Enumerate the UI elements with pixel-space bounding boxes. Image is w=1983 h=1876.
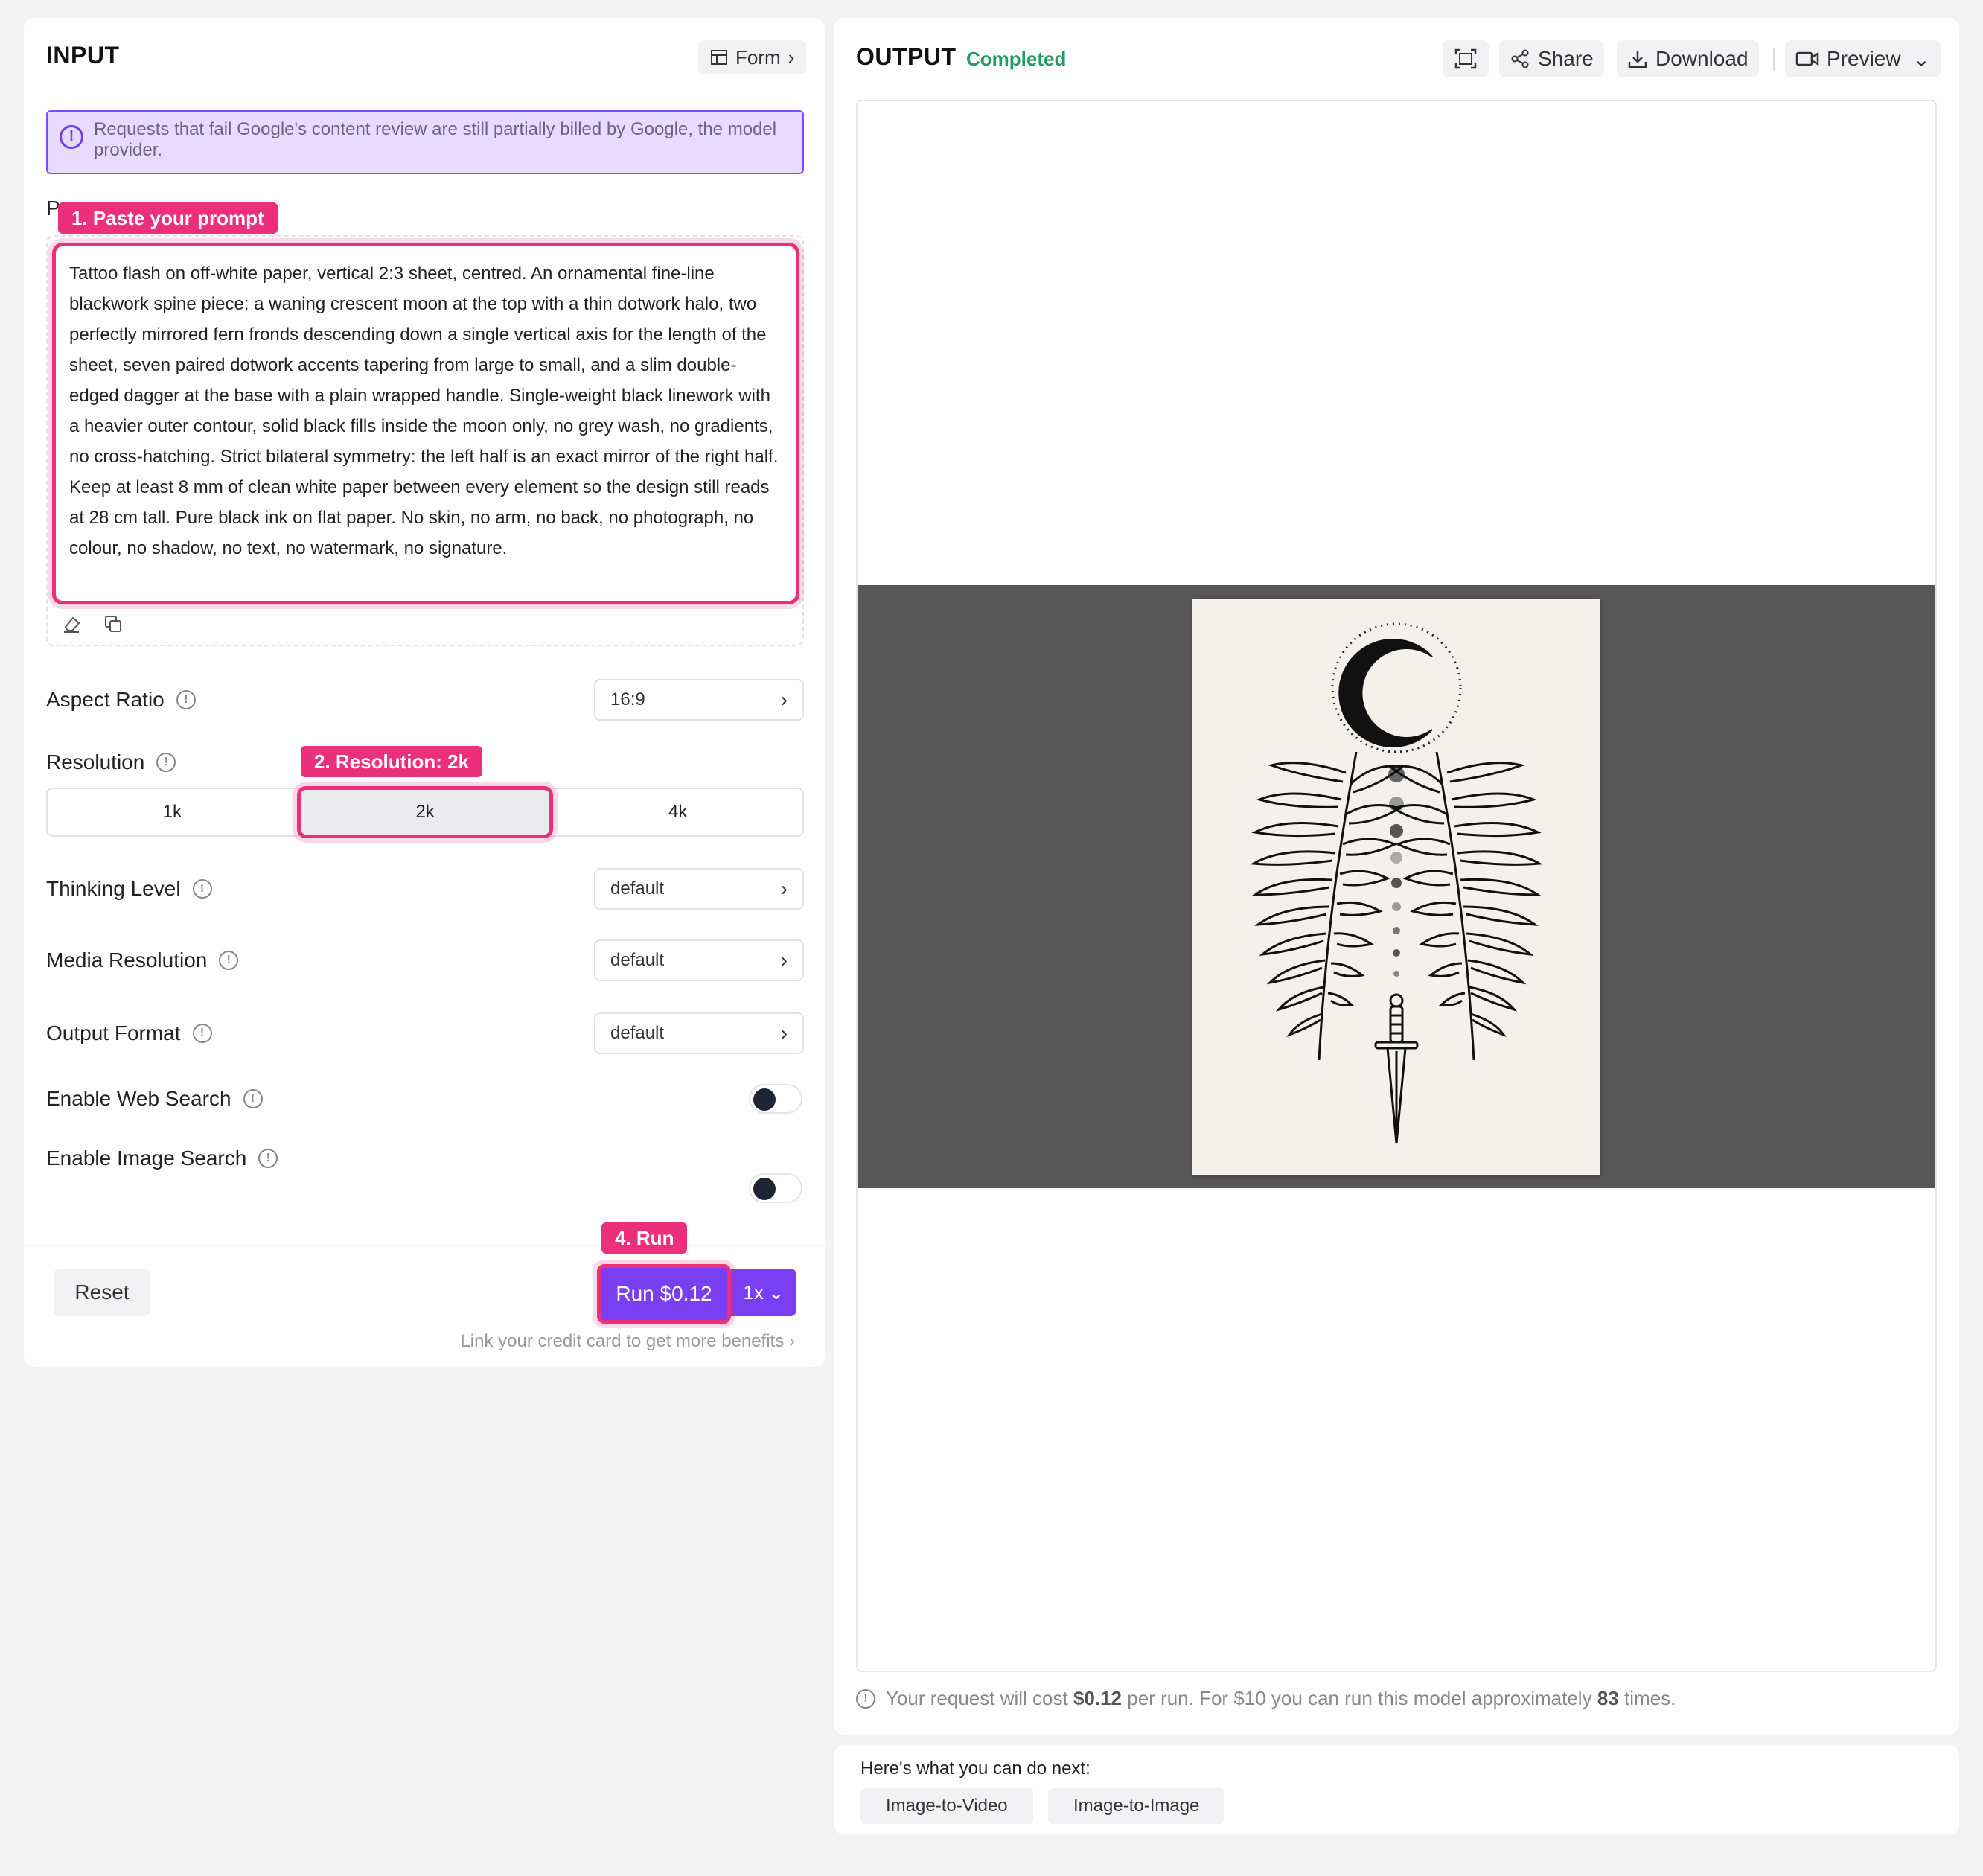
resolution-segmented-control: 1k 2k 4k: [46, 786, 804, 838]
video-camera-icon: [1795, 51, 1819, 66]
download-label: Download: [1655, 47, 1749, 70]
info-icon[interactable]: !: [192, 1024, 212, 1043]
media-resolution-value: default: [610, 950, 665, 970]
download-icon: [1628, 51, 1647, 68]
output-title: OUTPUT: [856, 43, 957, 70]
chevron-down-icon: ⌄: [1912, 47, 1931, 71]
resolution-option-2k[interactable]: 2k: [296, 786, 554, 838]
image-search-label-text: Enable Image Search: [46, 1146, 247, 1170]
media-resolution-label-text: Media Resolution: [46, 948, 208, 972]
web-search-toggle[interactable]: [749, 1084, 802, 1114]
preview-button[interactable]: Preview ⌄: [1785, 40, 1941, 77]
aspect-ratio-select[interactable]: 16:9 ›: [594, 679, 804, 721]
resolution-option-1k[interactable]: 1k: [48, 789, 297, 835]
chevron-right-icon: ›: [780, 877, 788, 900]
input-panel: INPUT Form › Requests that fail Google's…: [24, 18, 825, 1367]
resolution-option-4k[interactable]: 4k: [553, 789, 802, 835]
info-icon: !: [856, 1688, 875, 1708]
toolbar-divider: [1773, 48, 1775, 71]
cost-suffix: times.: [1623, 1687, 1676, 1709]
chevron-right-icon: ›: [788, 45, 795, 68]
cost-prefix: Your request will cost: [886, 1687, 1068, 1709]
info-icon: [60, 125, 83, 149]
credit-card-link[interactable]: Link your credit card to get more benefi…: [460, 1331, 795, 1352]
chevron-right-icon: ›: [780, 948, 788, 972]
image-to-image-button[interactable]: Image-to-Image: [1048, 1788, 1225, 1824]
credit-card-link-text: Link your credit card to get more benefi…: [460, 1331, 785, 1351]
cost-text: Your request will cost $0.12 per run. Fo…: [886, 1687, 1676, 1710]
image-backdrop: [858, 585, 1935, 1188]
web-search-label: Enable Web Search !: [46, 1087, 263, 1111]
info-icon[interactable]: !: [192, 879, 212, 899]
chevron-right-icon: ›: [780, 1021, 788, 1044]
cost-middle: per run. For $10 you can run this model …: [1127, 1687, 1592, 1709]
download-button[interactable]: Download: [1617, 40, 1759, 77]
run-button[interactable]: Run $0.12: [597, 1264, 731, 1324]
image-to-video-button[interactable]: Image-to-Video: [860, 1788, 1033, 1824]
aspect-ratio-label-text: Aspect Ratio: [46, 688, 165, 711]
aspect-ratio-label: Aspect Ratio !: [46, 688, 196, 712]
generated-image[interactable]: [1192, 599, 1600, 1175]
media-resolution-select[interactable]: default ›: [594, 939, 804, 981]
output-panel: OUTPUT Completed Share Download Preview …: [834, 18, 1959, 1735]
media-resolution-label: Media Resolution !: [46, 948, 239, 972]
info-icon[interactable]: !: [243, 1089, 263, 1108]
billing-notice: Requests that fail Google's content revi…: [46, 110, 804, 174]
billing-notice-text: Requests that fail Google's content revi…: [94, 119, 777, 160]
footer-divider: [24, 1245, 825, 1246]
annotation-step-2: 2. Resolution: 2k: [301, 746, 483, 777]
next-steps-panel: Here's what you can do next: Image-to-Vi…: [834, 1745, 1959, 1834]
share-icon: [1511, 49, 1529, 68]
copy-icon[interactable]: [100, 610, 127, 637]
info-icon[interactable]: !: [176, 690, 196, 709]
resolution-label-text: Resolution: [46, 750, 145, 773]
toggle-knob: [753, 1178, 776, 1200]
fullscreen-icon: [1454, 48, 1477, 69]
output-canvas: [856, 100, 1937, 1672]
thinking-level-label: Thinking Level !: [46, 877, 212, 901]
reset-button[interactable]: Reset: [54, 1269, 150, 1316]
preview-label: Preview: [1827, 47, 1901, 70]
tattoo-illustration: [1250, 622, 1543, 1144]
image-search-toggle[interactable]: [749, 1173, 802, 1203]
chevron-right-icon: ›: [780, 688, 788, 711]
share-label: Share: [1538, 47, 1594, 70]
info-icon[interactable]: !: [219, 951, 239, 970]
cost-amount: $0.12: [1073, 1687, 1123, 1709]
web-search-label-text: Enable Web Search: [46, 1087, 231, 1110]
next-steps-title: Here's what you can do next:: [860, 1758, 1091, 1778]
toggle-knob: [753, 1088, 776, 1111]
aspect-ratio-value: 16:9: [610, 689, 645, 709]
output-format-label-text: Output Format: [46, 1021, 181, 1044]
chevron-right-icon: ›: [789, 1331, 795, 1351]
prompt-textarea[interactable]: Tattoo flash on off-white paper, vertica…: [52, 243, 799, 604]
annotation-step-4: 4. Run: [601, 1222, 688, 1254]
info-icon[interactable]: !: [156, 753, 176, 772]
eraser-icon[interactable]: [58, 610, 85, 637]
run-multiplier-value: 1x: [743, 1280, 764, 1304]
thinking-level-label-text: Thinking Level: [46, 877, 181, 900]
share-button[interactable]: Share: [1499, 40, 1604, 77]
cost-runs: 83: [1597, 1687, 1619, 1709]
form-view-button[interactable]: Form ›: [698, 40, 807, 74]
cost-info: ! Your request will cost $0.12 per run. …: [856, 1687, 1676, 1710]
chevron-down-icon: ⌄: [767, 1280, 785, 1304]
form-view-label: Form: [735, 45, 781, 68]
run-multiplier-button[interactable]: 1x ⌄: [731, 1269, 796, 1316]
image-search-label: Enable Image Search !: [46, 1146, 278, 1170]
thinking-level-value: default: [610, 878, 665, 899]
annotation-step-1: 1. Paste your prompt: [58, 202, 278, 234]
resolution-label: Resolution !: [46, 750, 176, 774]
output-format-select[interactable]: default ›: [594, 1012, 804, 1054]
info-icon[interactable]: !: [258, 1149, 278, 1168]
table-icon: [711, 50, 727, 65]
status-badge: Completed: [966, 48, 1067, 70]
output-format-label: Output Format !: [46, 1021, 212, 1045]
thinking-level-select[interactable]: default ›: [594, 868, 804, 910]
output-format-value: default: [610, 1023, 665, 1043]
input-title: INPUT: [46, 42, 120, 68]
fullscreen-button[interactable]: [1443, 40, 1489, 77]
